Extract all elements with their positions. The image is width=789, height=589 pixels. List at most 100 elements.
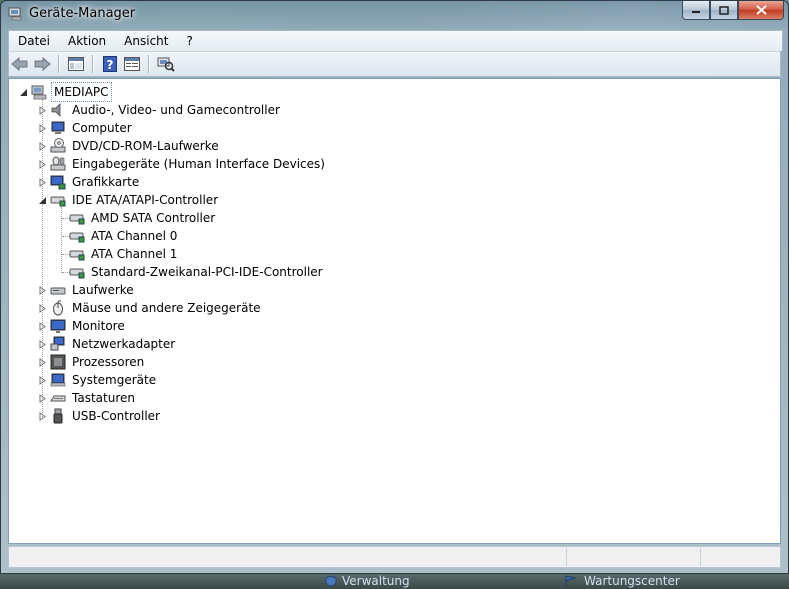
- maximize-button[interactable]: [710, 1, 738, 20]
- tree-child-ata-channel-0[interactable]: ATA Channel 0: [69, 227, 179, 245]
- hid-icon: [50, 156, 66, 171]
- shield-icon: [325, 575, 337, 587]
- tree-item-netzwerk[interactable]: Netzwerkadapter: [38, 335, 177, 353]
- back-button[interactable]: [9, 54, 31, 74]
- close-button[interactable]: [738, 1, 784, 20]
- expand-arrow-icon[interactable]: [38, 123, 47, 133]
- tree-item-label: Laufwerke: [72, 283, 134, 297]
- menu-datei[interactable]: Datei: [9, 34, 59, 48]
- ide-controller-icon: [69, 232, 85, 243]
- device-manager-window: Geräte-Manager Datei Aktion Ansicht ? ? …: [0, 0, 789, 574]
- help-button[interactable]: ?: [99, 54, 121, 74]
- tree-item-laufwerke[interactable]: Laufwerke: [38, 281, 136, 299]
- system-device-icon: [50, 373, 66, 387]
- tree-item-label: Systemgeräte: [72, 373, 157, 387]
- menu-bar: Datei Aktion Ansicht ?: [8, 30, 783, 51]
- tree-item-audio[interactable]: Audio-, Video- und Gamecontroller: [38, 101, 282, 119]
- tree-item-tastaturen[interactable]: Tastaturen: [38, 389, 137, 407]
- scan-hardware-icon: [157, 57, 175, 72]
- tree-item-label: Tastaturen: [72, 391, 135, 405]
- maximize-icon: [719, 5, 729, 15]
- verwaltung-link[interactable]: Verwaltung: [324, 574, 410, 588]
- wartungscenter-label: Wartungscenter: [584, 574, 680, 588]
- device-manager-app-icon: [8, 7, 22, 21]
- monitor-icon: [50, 319, 66, 333]
- expand-arrow-icon[interactable]: [38, 411, 47, 421]
- tree-line: [61, 207, 62, 273]
- window-title: Geräte-Manager: [29, 6, 136, 21]
- tree-item-usb[interactable]: USB-Controller: [38, 407, 162, 425]
- tree-item-dvd[interactable]: DVD/CD-ROM-Laufwerke: [38, 137, 221, 155]
- menu-aktion[interactable]: Aktion: [59, 34, 115, 48]
- tree-item-computer[interactable]: Computer: [38, 119, 134, 137]
- title-bar[interactable]: Geräte-Manager: [1, 1, 788, 27]
- tree-item-label: Standard-Zweikanal-PCI-IDE-Controller: [91, 265, 323, 279]
- minimize-button[interactable]: [682, 1, 710, 20]
- expand-arrow-icon[interactable]: [38, 303, 47, 313]
- dvd-icon: [50, 138, 66, 153]
- expand-arrow-icon[interactable]: [38, 141, 47, 151]
- mouse-icon: [53, 300, 63, 316]
- tree-item-ide[interactable]: IDE ATA/ATAPI-Controller: [38, 191, 220, 209]
- desktop-behind-window: Verwaltung Wartungscenter: [0, 574, 789, 589]
- tree-item-label: Computer: [72, 121, 132, 135]
- tree-item-label: USB-Controller: [72, 409, 160, 423]
- tree-item-label: Grafikkarte: [72, 175, 140, 189]
- tree-item-systemgeraete[interactable]: Systemgeräte: [38, 371, 158, 389]
- disk-drive-icon: [50, 287, 66, 295]
- keyboard-icon: [50, 395, 66, 402]
- device-tree[interactable]: MEDIAPC Audio-, Video- und Gamecontrolle…: [8, 78, 781, 544]
- toolbar: ?: [8, 51, 781, 77]
- expand-arrow-icon[interactable]: [38, 375, 47, 385]
- expand-arrow-icon[interactable]: [38, 393, 47, 403]
- svg-text:?: ?: [107, 58, 114, 72]
- expand-arrow-icon[interactable]: [38, 357, 47, 367]
- properties-icon: [124, 57, 140, 71]
- tree-item-label: Mäuse und andere Zeigegeräte: [72, 301, 261, 315]
- expand-arrow-icon[interactable]: [38, 339, 47, 349]
- menu-ansicht[interactable]: Ansicht: [115, 34, 177, 48]
- tree-child-amd-sata[interactable]: AMD SATA Controller: [69, 209, 217, 227]
- collapse-arrow-icon[interactable]: [19, 88, 28, 97]
- ide-controller-icon: [69, 214, 85, 225]
- status-bar: [8, 546, 781, 568]
- forward-icon: [34, 57, 51, 71]
- expand-arrow-icon[interactable]: [38, 159, 47, 169]
- ide-controller-icon: [69, 250, 85, 261]
- expand-arrow-icon[interactable]: [38, 285, 47, 295]
- tree-item-label: ATA Channel 0: [91, 229, 178, 243]
- properties-button[interactable]: [121, 54, 143, 74]
- expand-arrow-icon[interactable]: [38, 105, 47, 115]
- show-hide-tree-button[interactable]: [65, 54, 87, 74]
- tree-item-grafikkarte[interactable]: Grafikkarte: [38, 173, 141, 191]
- usb-icon: [53, 408, 63, 424]
- tree-item-label: Monitore: [72, 319, 125, 333]
- tree-item-monitore[interactable]: Monitore: [38, 317, 127, 335]
- window-controls: [682, 1, 784, 20]
- close-icon: [755, 5, 767, 15]
- tree-item-label: Eingabegeräte (Human Interface Devices): [72, 157, 325, 171]
- tree-child-ata-channel-1[interactable]: ATA Channel 1: [69, 245, 179, 263]
- tree-item-prozessoren[interactable]: Prozessoren: [38, 353, 146, 371]
- speaker-icon: [51, 103, 61, 117]
- toolbar-separator: [148, 55, 150, 73]
- tree-root[interactable]: MEDIAPC: [19, 82, 112, 102]
- scan-hardware-button[interactable]: [155, 54, 177, 74]
- flag-icon: [565, 575, 577, 586]
- collapse-arrow-icon[interactable]: [38, 196, 47, 205]
- display-adapter-icon: [50, 175, 66, 190]
- tree-item-hid[interactable]: Eingabegeräte (Human Interface Devices): [38, 155, 327, 173]
- tree-item-label: DVD/CD-ROM-Laufwerke: [72, 139, 219, 153]
- expand-arrow-icon[interactable]: [38, 177, 47, 187]
- network-adapter-icon: [50, 336, 65, 351]
- status-bar-cell: [566, 548, 567, 566]
- computer-icon: [51, 121, 65, 134]
- wartungscenter-link[interactable]: Wartungscenter: [564, 574, 680, 588]
- back-icon: [11, 57, 28, 71]
- tree-item-maeuse[interactable]: Mäuse und andere Zeigegeräte: [38, 299, 263, 317]
- menu-help[interactable]: ?: [177, 34, 201, 48]
- tree-child-standard-ide[interactable]: Standard-Zweikanal-PCI-IDE-Controller: [69, 263, 325, 281]
- expand-arrow-icon[interactable]: [38, 321, 47, 331]
- help-icon: ?: [103, 56, 117, 72]
- forward-button[interactable]: [31, 54, 53, 74]
